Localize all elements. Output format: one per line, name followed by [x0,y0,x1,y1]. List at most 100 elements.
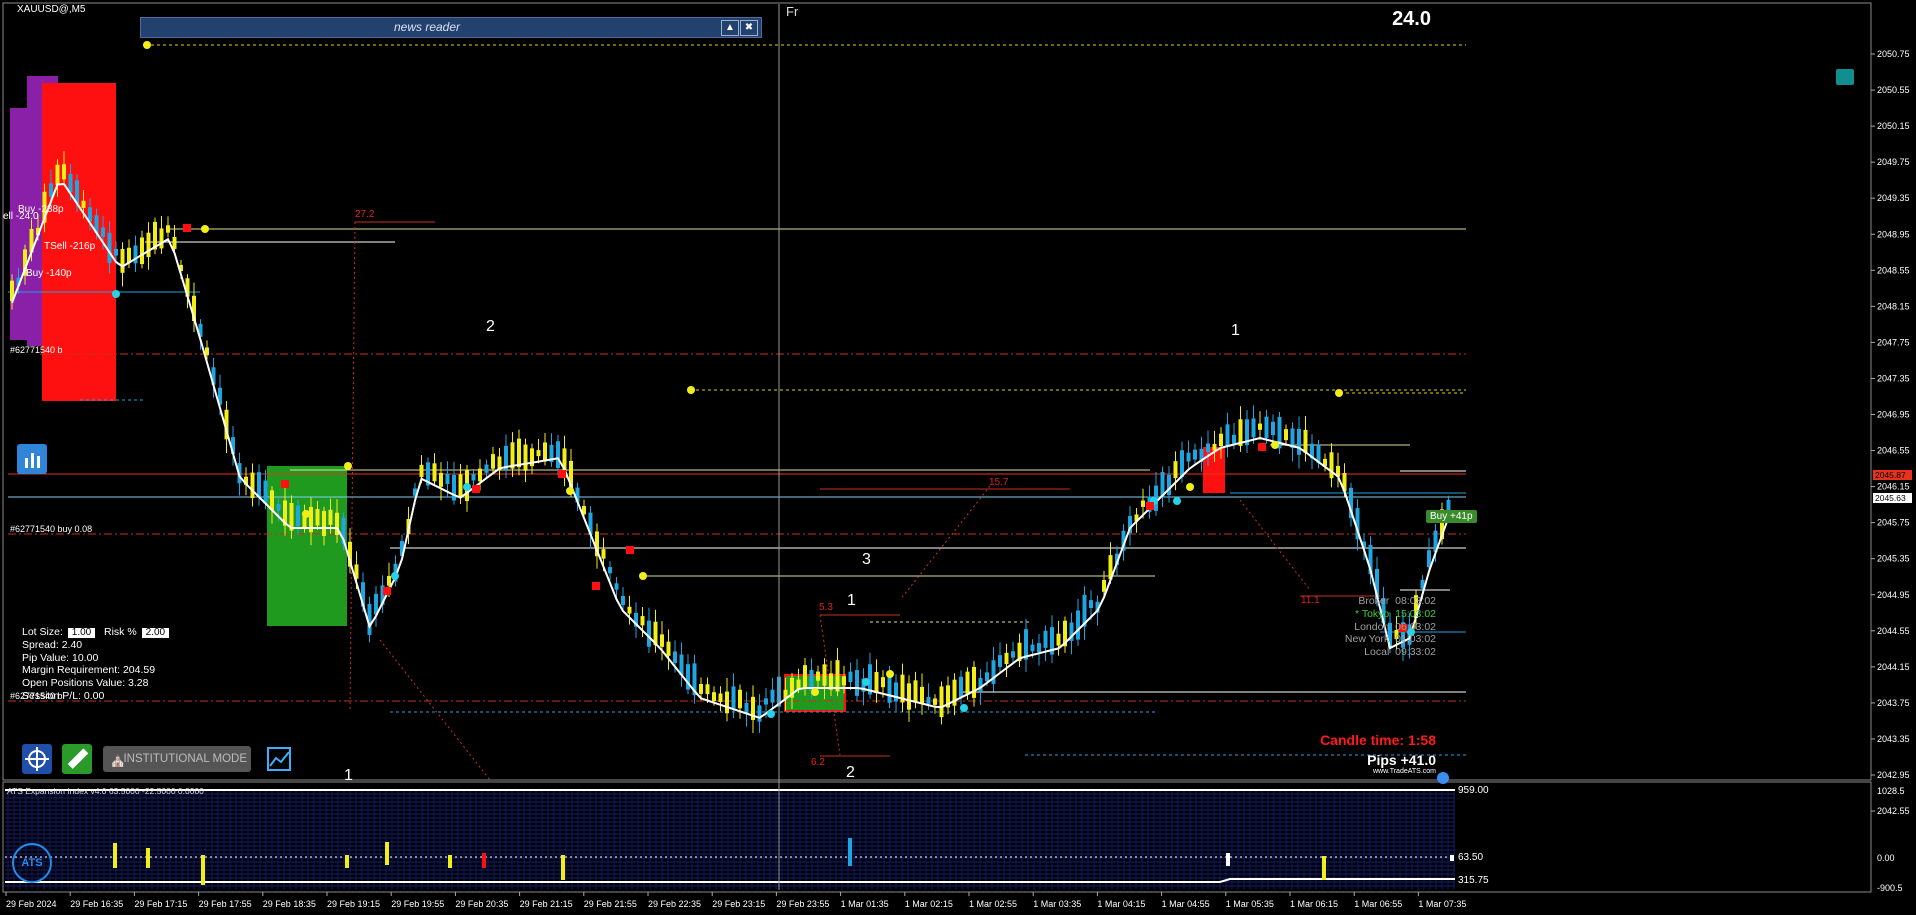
candle-body [1141,500,1145,507]
price-axis-label: 2046.95 [1877,410,1910,420]
clock-row: New York 01:03:02 [1344,633,1436,646]
fib-label: 6.2 [811,757,825,768]
candle-body [471,474,476,481]
signal-dot [201,225,209,233]
signal-dot [463,483,471,491]
price-axis-label: 2043.35 [1877,734,1910,744]
candle-body [101,227,105,237]
price-axis-label: 2050.55 [1877,85,1910,95]
candle-body [1329,452,1334,479]
candle-body [991,660,996,684]
panel-toggle-icon[interactable] [1836,69,1854,85]
signal-dot [1335,389,1343,397]
candle-body [718,693,723,702]
ruler-icon[interactable] [62,744,92,774]
price-axis-label: 2045.35 [1877,554,1910,564]
risk-label: Risk % [104,626,137,638]
time-axis-label: 1 Mar 02:55 [969,899,1017,909]
price-axis-label: 2050.15 [1877,121,1910,131]
candle-body [894,682,898,702]
time-axis-label: 29 Feb 20:35 [455,899,508,909]
triangle-up-icon[interactable]: ▲ [721,20,739,36]
institutional-mode-button[interactable]: ⛪ INSTITUTIONAL MODE [103,746,251,772]
ats-logo: ATS [12,843,52,883]
chart-trend-icon[interactable] [264,744,294,774]
candle-body [608,567,612,574]
candle-body [731,686,736,709]
candle-body [276,503,281,511]
buy-profit-tag[interactable]: Buy +41p [1426,510,1477,523]
lot-size-label: Lot Size: [22,626,63,638]
spread-text: Spread: 2.40 [22,638,83,651]
candle-body [419,464,424,478]
session-pl-text: Session P/L: 0.00 [22,689,105,702]
bid-price-tag: 2045.63 [1873,493,1912,503]
indicator-bar [1226,853,1230,866]
wave-label: 1 [1231,322,1240,339]
time-axis-label: 1 Mar 06:15 [1290,899,1338,909]
close-box-icon[interactable]: ✖ [740,20,758,36]
price-axis-label: 2048.55 [1877,265,1910,275]
indicator-bar [146,848,150,868]
session-marker: Fr [786,4,799,19]
candle-body [1004,652,1009,664]
signal-square [592,582,600,590]
price-axis-label: 2045.75 [1877,518,1910,528]
candle-body [491,454,495,469]
candle-body [172,236,177,249]
indicator-bar [345,855,349,868]
price-axis-label: 2050.75 [1877,49,1910,59]
candle-body [972,666,976,698]
time-axis-label: 29 Feb 17:15 [134,899,187,909]
chart-widget-icon[interactable] [17,444,47,474]
news-reader-bar[interactable]: news reader ▲ ✖ [140,17,762,38]
indicator-value-top: 959.00 [1458,785,1489,796]
candle-body [543,442,547,462]
chart-background [0,0,1916,915]
price-chart[interactable]: 2050.75 2050.55 2050.15 2049.75 2049.35 2048.… [0,0,1916,915]
candle-body [484,464,489,473]
candle-body [166,225,170,233]
candle-body [120,248,125,273]
crosshair-target-icon[interactable] [22,744,52,774]
time-axis-label: 1 Mar 04:55 [1162,899,1210,909]
time-axis-label: 1 Mar 05:35 [1226,899,1274,909]
candle-body [114,248,118,256]
time-axis-label: 29 Feb 22:35 [648,899,701,909]
candle-body [1232,434,1236,444]
wave-label: 2 [486,318,495,335]
signal-square [1146,502,1154,510]
candle-body [627,606,632,614]
clock-row: Local 09:33:02 [1364,646,1436,659]
price-axis-label: 2044.55 [1877,626,1910,636]
time-axis-label: 29 Feb 2024 [6,899,57,909]
tradeats-link: www.TradeATS.com [1372,768,1436,775]
indicator-bar [561,855,565,880]
open-positions-text: Open Positions Value: 3.28 [22,677,149,690]
candle-body [1271,421,1275,436]
trade-label: #62771540 buy 0.08 [10,524,93,534]
candle-body [907,683,911,710]
candle-body [1076,610,1080,640]
risk-input[interactable]: 2.00 [141,628,170,638]
indicator-bar [482,853,486,868]
lot-size-input[interactable]: 1.00 [67,628,96,638]
candle-body [796,679,801,690]
time-axis-label: 1 Mar 07:35 [1418,899,1466,909]
trade-label: #62771540 b [10,345,63,355]
time-axis-label: 29 Feb 19:55 [391,899,444,909]
candle-body [478,468,482,482]
candle-body [835,660,840,692]
signal-square [626,546,634,554]
indicator-axis-label: -900.5 [1877,883,1903,893]
candle-body [770,689,775,703]
candle-body [387,575,391,586]
candle-body [250,472,255,499]
signal-square [383,587,391,595]
candle-body [965,671,970,694]
margin-text: Margin Requirement: 204.59 [22,664,156,677]
indicator-bar [848,838,852,866]
price-axis-label: 2049.35 [1877,193,1910,203]
time-axis-label: 29 Feb 21:55 [584,899,637,909]
candle-body [1030,644,1035,652]
